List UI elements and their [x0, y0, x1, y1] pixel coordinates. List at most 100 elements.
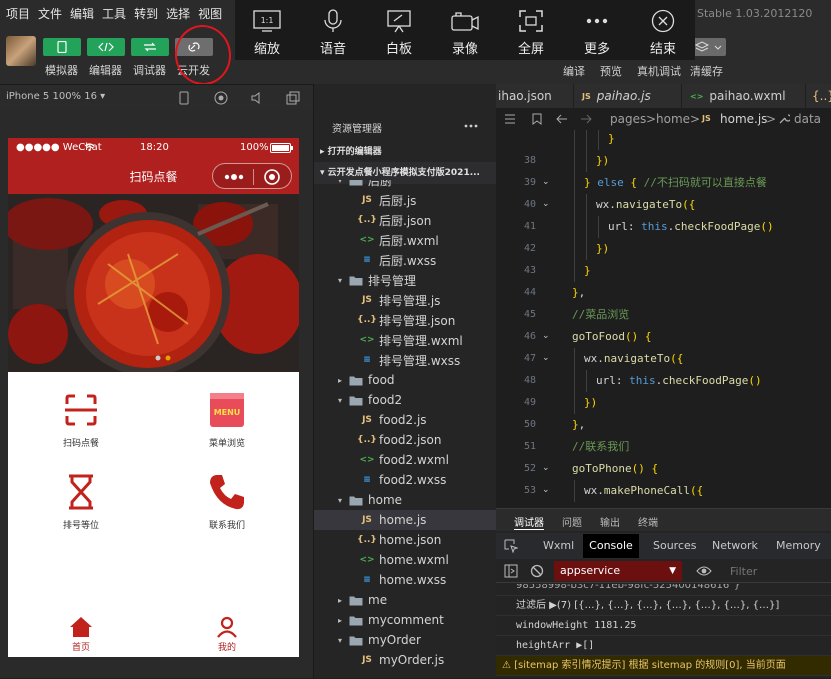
record-tool[interactable]: 录像: [433, 0, 497, 60]
phone-device-icon[interactable]: [178, 91, 190, 105]
tab-terminal[interactable]: 终端: [638, 514, 658, 529]
menu-select[interactable]: 选择: [166, 5, 190, 22]
context-select[interactable]: appservice ▼: [554, 561, 682, 581]
grid-scan-order[interactable]: 扫码点餐: [41, 390, 121, 449]
tab-mine[interactable]: 我的: [187, 610, 267, 653]
speaker-icon[interactable]: [250, 91, 264, 105]
fullscreen-tool[interactable]: 全屏: [499, 0, 563, 60]
inspect-icon[interactable]: [504, 539, 518, 553]
cloud-dev-button[interactable]: [175, 38, 213, 56]
menu-project[interactable]: 项目: [6, 5, 30, 22]
tab-wxml[interactable]: Wxml: [543, 539, 574, 552]
code-editor[interactable]: }})} else { //不扫码就可以直接点餐 wx.navigateTo({u…: [566, 130, 831, 508]
tab-output[interactable]: 输出: [600, 514, 620, 529]
user-avatar[interactable]: [6, 36, 36, 66]
record-circle-icon[interactable]: [214, 91, 228, 105]
more-tool[interactable]: 更多: [565, 0, 629, 60]
folder-row[interactable]: ▾ myOrder: [314, 630, 497, 650]
arrow-right-icon[interactable]: [580, 114, 592, 124]
end-tool[interactable]: 结束: [631, 0, 695, 60]
real-debug-label[interactable]: 真机调试: [637, 63, 681, 79]
crumb-pages[interactable]: pages: [610, 112, 646, 126]
sidebar-toggle-icon[interactable]: [504, 564, 518, 578]
menu-edit[interactable]: 编辑: [70, 5, 94, 22]
bookmark-icon[interactable]: [532, 113, 542, 125]
crumb-file[interactable]: home.js: [720, 112, 767, 126]
file-row[interactable]: {..} home.json: [314, 530, 497, 550]
simulator-toggle-button[interactable]: [43, 38, 81, 56]
file-row[interactable]: ≡ 排号管理.wxss: [314, 350, 497, 370]
file-row[interactable]: <> 排号管理.wxml: [314, 330, 497, 350]
file-row[interactable]: {..} 排号管理.json: [314, 310, 497, 330]
compile-label[interactable]: 编译: [563, 63, 585, 79]
zoom-tool[interactable]: 1:1 缩放: [235, 0, 299, 60]
console-message[interactable]: 过滤后 ▶(7) [{…}, {…}, {…}, {…}, {…}, {…}, …: [496, 596, 831, 616]
capsule-more-icon[interactable]: [223, 173, 245, 181]
file-row[interactable]: {..} food2.json: [314, 430, 497, 450]
file-row[interactable]: JS food2.js: [314, 410, 497, 430]
grid-contact[interactable]: 联系我们: [187, 472, 267, 531]
console-message[interactable]: heightArr ▶[]: [496, 636, 831, 656]
tab-network[interactable]: Network: [712, 539, 758, 552]
menu-file[interactable]: 文件: [38, 5, 62, 22]
voice-tool[interactable]: 语音: [301, 0, 365, 60]
grid-queue[interactable]: 排号等位: [41, 472, 121, 531]
file-row[interactable]: ≡ home.wxss: [314, 570, 497, 590]
tab-problems[interactable]: 问题: [562, 514, 582, 529]
console-message[interactable]: windowHeight 1181.25: [496, 616, 831, 636]
tab-sources[interactable]: Sources: [653, 539, 697, 552]
arrow-left-icon[interactable]: [556, 114, 568, 124]
console-filter-input[interactable]: [724, 561, 831, 581]
grid-menu-browse[interactable]: MENU 菜单浏览: [187, 390, 267, 449]
fold-chevron-icon[interactable]: ⌄: [542, 331, 550, 341]
file-row[interactable]: {..} 后厨.json: [314, 210, 497, 230]
fold-chevron-icon[interactable]: ⌄: [542, 177, 550, 187]
open-editors-section[interactable]: ▸ 打开的编辑器: [314, 141, 497, 163]
folder-row[interactable]: ▸ food: [314, 370, 497, 390]
tab-paihao-js[interactable]: JS paihao.js: [574, 84, 682, 108]
file-row[interactable]: ≡ 后厨.wxss: [314, 250, 497, 270]
tab-json[interactable]: {..}: [806, 84, 831, 108]
folder-row[interactable]: ▸ me: [314, 590, 497, 610]
menu-view[interactable]: 视图: [198, 5, 222, 22]
editor-toggle-button[interactable]: [87, 38, 125, 56]
eye-icon[interactable]: [696, 565, 712, 577]
fold-chevron-icon[interactable]: ⌄: [542, 199, 550, 209]
folder-row[interactable]: ▾ 后厨: [314, 180, 497, 190]
preview-label[interactable]: 预览: [600, 63, 622, 79]
file-row[interactable]: JS myOrder.js: [314, 650, 497, 670]
menu-tools[interactable]: 工具: [102, 5, 126, 22]
tab-paihao-json[interactable]: ihao.json: [496, 84, 574, 108]
tab-debugger[interactable]: 调试器: [514, 514, 544, 530]
folder-row[interactable]: ▾ home: [314, 490, 497, 510]
file-row[interactable]: <> 后厨.wxml: [314, 230, 497, 250]
debugger-toggle-button[interactable]: [131, 38, 169, 56]
folder-row[interactable]: ▾ food2: [314, 390, 497, 410]
whiteboard-tool[interactable]: 白板: [367, 0, 431, 60]
more-icon[interactable]: [464, 124, 478, 128]
file-row[interactable]: JS 排号管理.js: [314, 290, 497, 310]
file-row[interactable]: JS home.js: [314, 510, 497, 530]
crumb-home[interactable]: home: [656, 112, 690, 126]
crumb-data[interactable]: data: [794, 112, 821, 126]
menu-goto[interactable]: 转到: [134, 5, 158, 22]
file-row[interactable]: <> food2.wxml: [314, 450, 497, 470]
file-row[interactable]: JS 后厨.js: [314, 190, 497, 210]
folder-row[interactable]: ▾ 排号管理: [314, 270, 497, 290]
file-row[interactable]: ≡ food2.wxss: [314, 470, 497, 490]
tab-memory[interactable]: Memory: [776, 539, 821, 552]
detach-window-icon[interactable]: [286, 91, 300, 105]
list-view-icon[interactable]: [504, 113, 516, 125]
clear-cache-button[interactable]: [690, 38, 726, 56]
tab-home[interactable]: 首页: [41, 610, 121, 653]
tab-paihao-wxml[interactable]: <> paihao.wxml: [682, 84, 806, 108]
folder-row[interactable]: ▸ mycomment: [314, 610, 497, 630]
fold-chevron-icon[interactable]: ⌄: [542, 353, 550, 363]
clear-cache-label[interactable]: 清缓存: [690, 63, 723, 79]
clear-console-icon[interactable]: [530, 564, 544, 578]
device-selector[interactable]: iPhone 5 100% 16 ▾: [6, 91, 105, 102]
capsule-close-icon[interactable]: [263, 168, 281, 186]
file-row[interactable]: <> home.wxml: [314, 550, 497, 570]
fold-chevron-icon[interactable]: ⌄: [542, 463, 550, 473]
fold-chevron-icon[interactable]: ⌄: [542, 485, 550, 495]
